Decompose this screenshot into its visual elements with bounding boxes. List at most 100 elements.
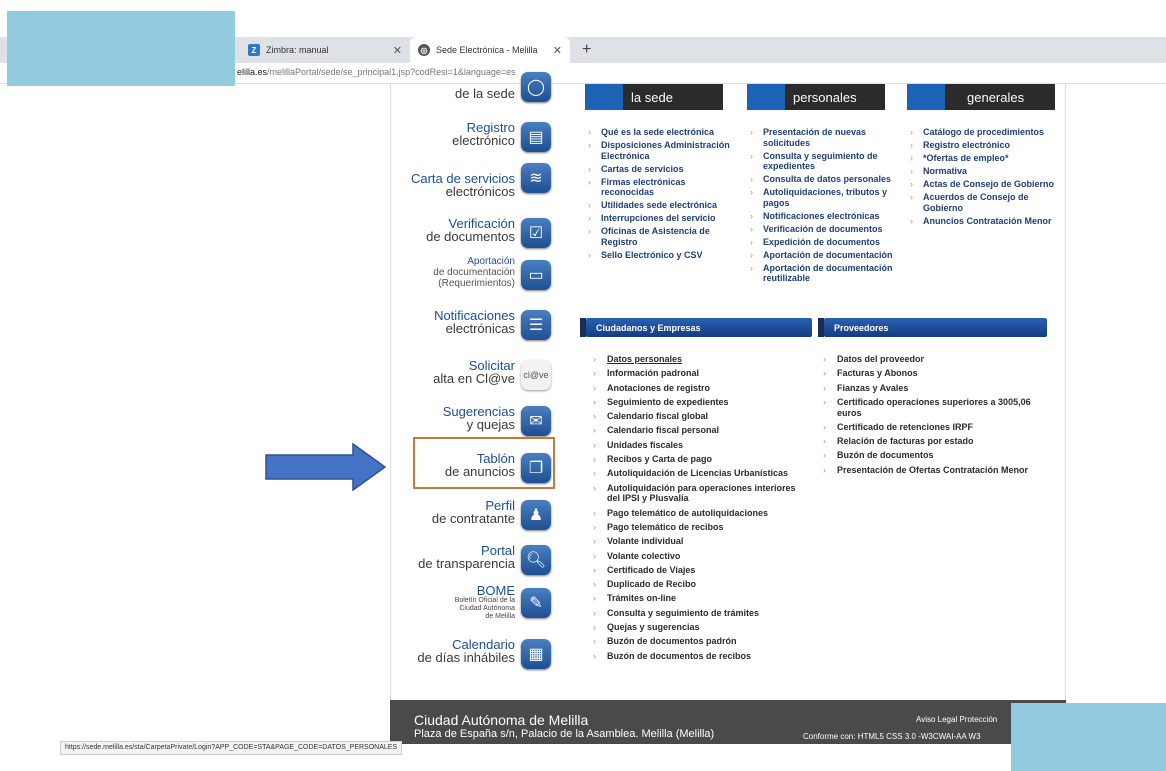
- list-item[interactable]: Oficinas de Asistencia de Registro: [585, 226, 735, 247]
- stack-icon: ≋: [521, 163, 551, 193]
- list-item[interactable]: Qué es la sede electrónica: [585, 127, 735, 138]
- list-item[interactable]: Volante colectivo: [581, 551, 811, 562]
- register-icon: ▤: [521, 122, 551, 152]
- list-item[interactable]: Certificado operaciones superiores a 300…: [811, 397, 1051, 418]
- sidebar-item-carta-servicios[interactable]: Carta de servicios electrónicos ≋: [391, 163, 551, 203]
- list-item[interactable]: Datos del proveedor: [811, 354, 1051, 365]
- sidebar-item-notificaciones[interactable]: Notificaciones electrónicas ☰: [391, 308, 551, 348]
- new-tab-icon[interactable]: +: [582, 41, 591, 59]
- sidebar-item-calendario[interactable]: Calendario de días inhábiles ▦: [391, 637, 551, 677]
- list-item[interactable]: Verificación de documentos: [747, 224, 907, 235]
- personales-links: Presentación de nuevas solicitudes Consul…: [747, 127, 907, 286]
- sede-button[interactable]: la sede: [585, 84, 723, 110]
- list-item[interactable]: Normativa: [907, 166, 1057, 177]
- sidebar-item-tablon[interactable]: Tablón de anuncios ❐: [391, 451, 551, 491]
- sidebar-item-label: de la sede: [455, 86, 515, 101]
- list-item[interactable]: Pago telemático de recibos: [581, 522, 811, 533]
- list-item[interactable]: Consulta de datos personales: [747, 174, 907, 185]
- people-icon: ♟: [521, 500, 551, 530]
- list-item[interactable]: Disposiciones Administración Electrónica: [585, 140, 735, 161]
- list-item[interactable]: Autoliquidaciones, tributos y pagos: [747, 187, 907, 208]
- sidebar-item-label: de contratante: [431, 511, 515, 526]
- list-item[interactable]: Certificado de Viajes: [581, 565, 811, 576]
- button-label: la sede: [631, 89, 673, 105]
- button-label: personales: [793, 89, 857, 105]
- list-item[interactable]: Duplicado de Recibo: [581, 579, 811, 590]
- list-item[interactable]: Consulta y seguimiento de expedientes: [747, 151, 907, 172]
- list-item[interactable]: Presentación de nuevas solicitudes: [747, 127, 907, 148]
- sidebar-item-verificacion[interactable]: Verificación de documentos ☑: [391, 216, 551, 256]
- list-item[interactable]: Cartas de servicios: [585, 164, 735, 175]
- sidebar-item-registro[interactable]: Registro electrónico ▤: [391, 120, 551, 160]
- proveedores-list: Datos del proveedor Facturas y Abonos Fian…: [811, 354, 1051, 479]
- list-item[interactable]: Aportación de documentación: [747, 250, 907, 261]
- list-item[interactable]: Expedición de documentos: [747, 237, 907, 248]
- list-item[interactable]: Registro electrónico: [907, 140, 1057, 151]
- list-item[interactable]: Utilidades sede electrónica: [585, 200, 735, 211]
- sidebar-item-clave[interactable]: Solicitar alta en Cl@ve cl@ve: [391, 358, 551, 398]
- list-item[interactable]: Información padronal: [581, 368, 811, 379]
- clave-icon: cl@ve: [521, 360, 551, 390]
- sidebar-item-label: de documentación: [433, 267, 515, 278]
- list-item[interactable]: Sello Electrónico y CSV: [585, 250, 735, 261]
- list-item[interactable]: Acuerdos de Consejo de Gobierno: [907, 192, 1057, 213]
- button-label: generales: [967, 89, 1025, 105]
- proveedores-header: Proveedores: [818, 318, 1047, 337]
- sidebar-item-perfil[interactable]: Perfil de contratante ♟: [391, 498, 551, 538]
- list-item[interactable]: Calendario fiscal personal: [581, 425, 811, 436]
- list-item[interactable]: *Ofertas de empleo*: [907, 153, 1057, 164]
- list-item[interactable]: Volante individual: [581, 536, 811, 547]
- overlay-block: [7, 11, 235, 86]
- list-item[interactable]: Autoliquidación de Licencias Urbanística…: [581, 468, 811, 479]
- sidebar-item-label: de días inhábiles: [417, 650, 515, 665]
- list-item[interactable]: Unidades fiscales: [581, 440, 811, 451]
- sidebar-item-label: electrónicos: [445, 184, 515, 199]
- list-item[interactable]: Aportación de documentación reutilizable: [747, 263, 907, 284]
- list-item[interactable]: Buzón de documentos de recibos: [581, 651, 811, 662]
- list-item[interactable]: Seguimiento de expedientes: [581, 397, 811, 408]
- tab-zimbra[interactable]: Z Zimbra: manual ✕: [240, 37, 410, 63]
- personales-button[interactable]: personales: [747, 84, 885, 110]
- list-item[interactable]: Calendario fiscal global: [581, 411, 811, 422]
- list-item[interactable]: Fianzas y Avales: [811, 383, 1051, 394]
- monitor-icon: [907, 84, 945, 110]
- list-item[interactable]: Catálogo de procedimientos: [907, 127, 1057, 138]
- sidebar-item-aportacion[interactable]: Aportación de documentación (Requerimien…: [391, 256, 551, 296]
- list-item[interactable]: Pago telemático de autoliquidaciones: [581, 508, 811, 519]
- sidebar-item-bome[interactable]: BOME Boletín Oficial de la Ciudad Autóno…: [391, 584, 551, 628]
- list-item[interactable]: Anotaciones de registro: [581, 383, 811, 394]
- calendar-icon: ▦: [521, 639, 551, 669]
- list-item[interactable]: Recibos y Carta de pago: [581, 454, 811, 465]
- status-url: https://sede.melilla.es/sta/CarpetaPriva…: [60, 741, 403, 755]
- sidebar-item-sede[interactable]: de la sede ◯: [391, 72, 551, 120]
- tab-sede[interactable]: ◎ Sede Electrónica - Melilla ✕: [410, 37, 570, 63]
- list-item[interactable]: Interrupciones del servicio: [585, 213, 735, 224]
- list-item[interactable]: Certificado de retenciones IRPF: [811, 422, 1051, 433]
- list-item[interactable]: Buzón de documentos: [811, 450, 1051, 461]
- list-item[interactable]: Trámites on-line: [581, 593, 811, 604]
- list-item[interactable]: Presentación de Ofertas Contratación Men…: [811, 465, 1051, 476]
- overlay-block: [1011, 703, 1166, 771]
- list-item[interactable]: Actas de Consejo de Gobierno: [907, 179, 1057, 190]
- book-icon: ✎: [521, 588, 551, 618]
- chat-icon: ◯: [521, 72, 551, 102]
- sidebar-item-portal[interactable]: Portal de transparencia 🔍︎: [391, 543, 551, 583]
- list-item[interactable]: Consulta y seguimiento de trámites: [581, 608, 811, 619]
- clave-logo-text: cl@ve: [523, 370, 549, 380]
- list-item[interactable]: Autoliquidación para operaciones interio…: [581, 483, 811, 504]
- list-item[interactable]: Firmas electrónicas reconocidas: [585, 177, 735, 198]
- generales-button[interactable]: generales: [907, 84, 1055, 110]
- close-icon[interactable]: ✕: [393, 44, 402, 57]
- list-item[interactable]: Anuncios Contratación Menor: [907, 216, 1057, 227]
- keyboard-icon: [747, 84, 785, 110]
- list-item[interactable]: Facturas y Abonos: [811, 368, 1051, 379]
- list-item[interactable]: Buzón de documentos padrón: [581, 636, 811, 647]
- list-item[interactable]: Relación de facturas por estado: [811, 436, 1051, 447]
- page-content: la sede personales generales de la sede …: [390, 72, 1066, 744]
- list-item[interactable]: Quejas y sugerencias: [581, 622, 811, 633]
- list-item[interactable]: Datos personales: [581, 354, 811, 365]
- footer-links[interactable]: Aviso Legal Protección: [916, 715, 997, 724]
- list-item[interactable]: Notificaciones electrónicas: [747, 211, 907, 222]
- close-icon[interactable]: ✕: [553, 44, 562, 57]
- footer-conformance: Conforme con: HTML5 CSS 3.0 -W3CWAI-AA W…: [803, 732, 981, 741]
